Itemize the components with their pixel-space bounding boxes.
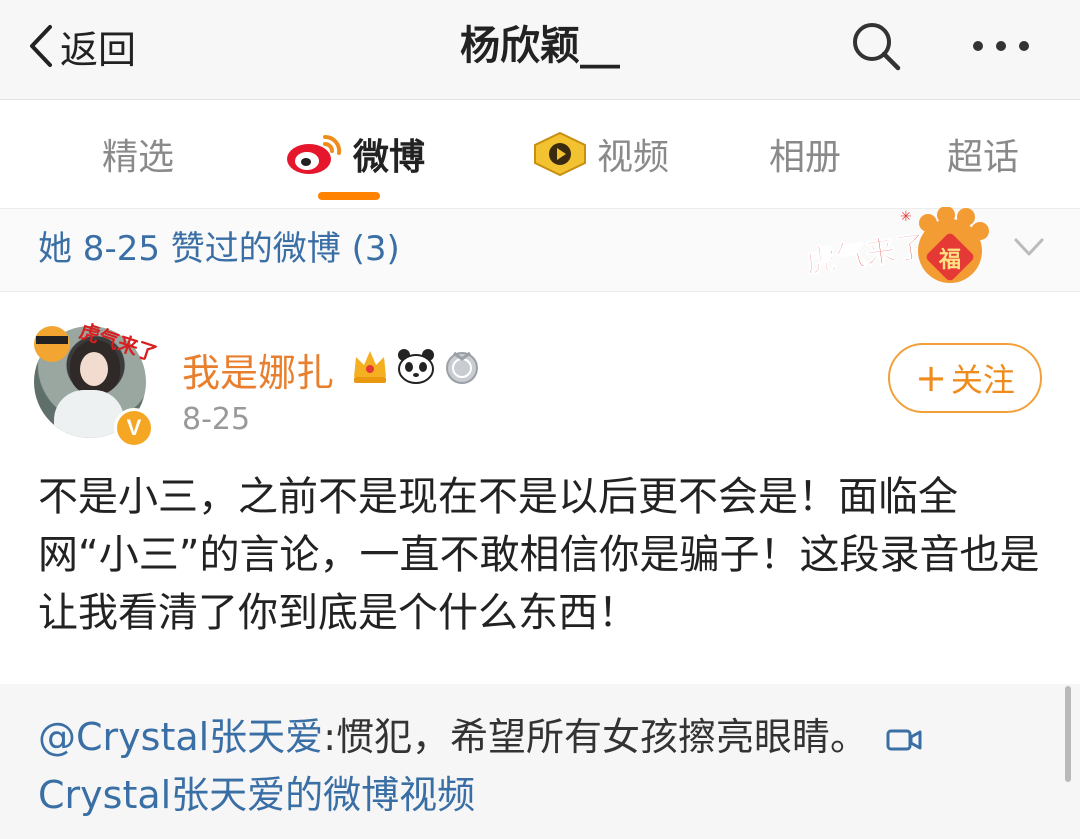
top-navigation-bar: 返回 杨欣颖__ bbox=[0, 0, 1080, 100]
reposted-content-text: @Crystal张天爱:惯犯，希望所有女孩擦亮眼睛。 Crystal张天爱的微博… bbox=[38, 708, 1038, 824]
tab-label: 视频 bbox=[596, 137, 669, 178]
author-badges bbox=[350, 346, 482, 386]
weibo-logo-icon bbox=[286, 134, 342, 174]
tab-super-topic[interactable]: 超话 bbox=[908, 100, 1058, 208]
tiger-year-avatar-sticker-icon: 虎气来了 bbox=[34, 318, 161, 366]
repost-author-mention[interactable]: @Crystal张天爱 bbox=[38, 715, 323, 759]
repost-text: :惯犯，希望所有女孩擦亮眼睛。 bbox=[323, 715, 868, 759]
more-options-button[interactable] bbox=[966, 26, 1036, 66]
scrollbar[interactable] bbox=[1065, 686, 1071, 782]
verified-badge-icon: V bbox=[114, 408, 154, 448]
tab-label: 微博 bbox=[352, 137, 425, 178]
author-name[interactable]: 我是娜扎 bbox=[182, 342, 334, 397]
liked-posts-title: 她 8-25 赞过的微博 (3) bbox=[38, 229, 400, 269]
tab-label: 超话 bbox=[946, 137, 1019, 178]
search-button[interactable] bbox=[848, 18, 904, 74]
tiger-year-sticker-icon: 虎气来了 福 ✳ bbox=[803, 207, 989, 283]
video-camera-icon[interactable] bbox=[886, 727, 922, 753]
follow-button[interactable]: + 关注 bbox=[888, 343, 1042, 413]
video-play-badge-icon bbox=[533, 131, 586, 177]
post-text: 不是小三，之前不是现在不是以后更不会是！面临全网“小三”的言论，一直不敢相信你是… bbox=[38, 474, 1040, 636]
post-date: 8-25 bbox=[182, 402, 251, 437]
page-title: 杨欣颖__ bbox=[460, 23, 620, 69]
active-tab-indicator bbox=[318, 192, 380, 200]
sticker-char: 福 bbox=[938, 248, 961, 273]
chevron-down-icon[interactable] bbox=[1012, 232, 1046, 262]
tab-label: 精选 bbox=[101, 137, 174, 178]
panda-badge-icon[interactable] bbox=[396, 347, 436, 385]
follow-label: 关注 bbox=[950, 361, 1015, 399]
repost-video-link[interactable]: Crystal张天爱的微博视频 bbox=[38, 773, 475, 817]
tab-video[interactable]: 视频 bbox=[520, 100, 680, 208]
chevron-left-icon bbox=[30, 25, 52, 67]
plus-icon: + bbox=[915, 356, 947, 400]
medal-badge-icon[interactable] bbox=[442, 347, 482, 385]
tab-album[interactable]: 相册 bbox=[730, 100, 880, 208]
more-dots-icon bbox=[973, 41, 1029, 51]
back-label: 返回 bbox=[60, 27, 137, 72]
author-avatar[interactable]: 虎气来了 V bbox=[28, 306, 162, 448]
back-button[interactable]: 返回 bbox=[28, 18, 136, 74]
tab-label: 相册 bbox=[768, 137, 841, 178]
search-icon bbox=[853, 23, 901, 71]
crown-badge-icon[interactable] bbox=[350, 347, 390, 385]
tab-featured[interactable]: 精选 bbox=[60, 100, 216, 208]
avatar-sticker-text: 虎气来了 bbox=[77, 318, 161, 366]
sticker-text: 虎气来了 bbox=[804, 229, 928, 280]
svg-text:✳: ✳ bbox=[900, 209, 912, 225]
profile-tabs: 精选 微博 视频 相册 超话 bbox=[0, 100, 1080, 209]
